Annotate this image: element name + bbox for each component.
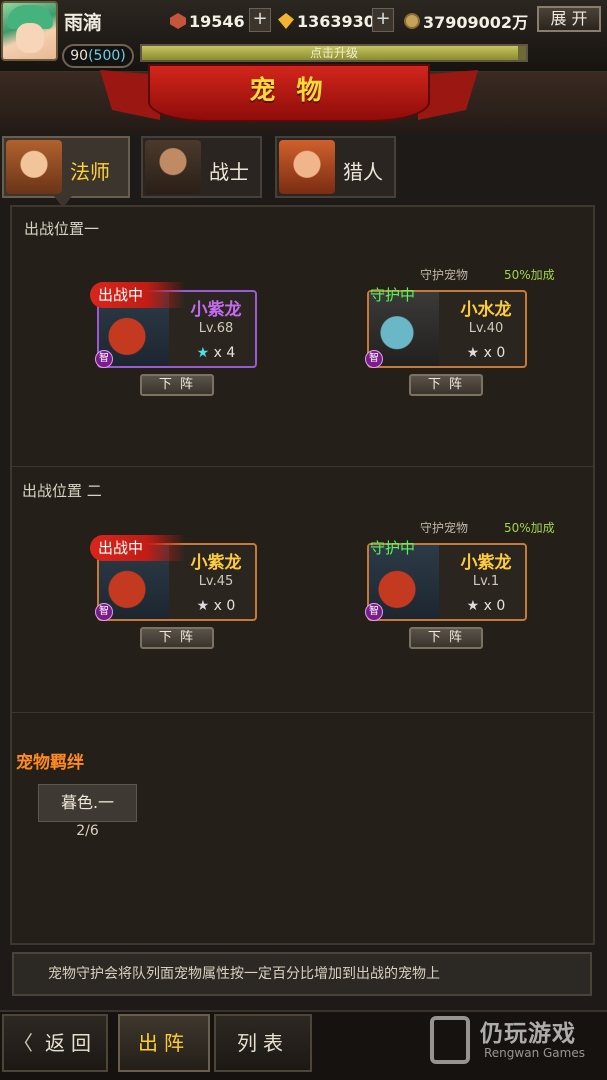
- pet-star-count: x 0: [483, 345, 506, 361]
- gem-resource: 1363930: [278, 9, 375, 33]
- pet-stars: ★ x 0: [447, 345, 525, 361]
- back-label: 返回: [45, 1031, 97, 1055]
- pet-stars: ★ x 0: [447, 598, 525, 614]
- dismiss-guard-pet-button[interactable]: 下 阵: [409, 627, 483, 649]
- ruby-resource: 19546: [170, 9, 245, 33]
- pet-level: Lv.68: [198, 321, 234, 336]
- guard-pet-label-2: 守护宠物: [420, 521, 469, 535]
- pet-stars: ★ x 4: [177, 345, 255, 361]
- avatar-face: [16, 23, 44, 53]
- wisdom-attr-icon: 智: [365, 603, 383, 621]
- player-level: 90: [70, 48, 89, 64]
- tab-hunter-label: 猎人: [343, 160, 383, 184]
- hunter-portrait: [279, 140, 335, 194]
- watermark: 仍玩游戏 Rengwan Games: [430, 1012, 605, 1072]
- ruby-count: 19546: [189, 11, 245, 31]
- gem-icon: [278, 13, 294, 29]
- gem-count: 1363930: [297, 11, 375, 31]
- add-ruby-button[interactable]: +: [249, 8, 271, 32]
- watermark-logo-icon: [430, 1016, 470, 1064]
- tab-hunter[interactable]: 猎人: [275, 136, 396, 198]
- guard-tip: 宠物守护会将队列面宠物属性按一定百分比增加到出战的宠物上: [12, 952, 592, 996]
- level-up-label: 点击升级: [309, 46, 358, 60]
- pet-stars: ★ x 0: [177, 598, 255, 614]
- tab-warrior[interactable]: 战士: [141, 136, 262, 198]
- top-bar: 雨滴 19546 + 1363930 + 37909002万 展 开 90(50…: [0, 0, 607, 72]
- exp-bar[interactable]: 点击升级: [140, 44, 528, 62]
- pet-bond-title: 宠物羁绊: [16, 753, 84, 773]
- coin-resource: 37909002万: [404, 9, 528, 33]
- pet-name: 小紫龙: [190, 300, 242, 320]
- pet-star-count: x 0: [483, 598, 506, 614]
- wisdom-attr-icon: 智: [95, 603, 113, 621]
- pet-level: Lv.45: [198, 574, 234, 589]
- tab-battle[interactable]: 出阵: [118, 1014, 210, 1072]
- coin-icon: [404, 13, 420, 29]
- pet-level: Lv.1: [472, 574, 500, 589]
- bond-item-button[interactable]: 暮色.一: [38, 784, 137, 822]
- pet-name: 小紫龙: [460, 553, 512, 573]
- bond-progress: 2/6: [76, 823, 99, 839]
- pet-name: 小紫龙: [190, 553, 242, 573]
- player-level-max: (500): [88, 48, 126, 64]
- expand-button[interactable]: 展 开: [537, 6, 601, 32]
- player-avatar[interactable]: [1, 1, 58, 61]
- bonus-label-2: 50%加成: [504, 521, 555, 535]
- pet-star-count: x 0: [213, 598, 236, 614]
- status-badge-guard: 守护中: [370, 539, 416, 557]
- page-title: 宠 物: [249, 76, 329, 106]
- status-badge-battle: 出战中: [90, 282, 185, 308]
- dismiss-battle-pet-button[interactable]: 下 阵: [140, 627, 214, 649]
- dismiss-battle-pet-button[interactable]: 下 阵: [140, 374, 214, 396]
- pet-level: Lv.40: [468, 321, 504, 336]
- add-gem-button[interactable]: +: [372, 8, 394, 32]
- watermark-cn: 仍玩游戏: [480, 1021, 576, 1047]
- status-badge-guard: 守护中: [370, 286, 416, 304]
- back-arrow-icon: 〈: [13, 1031, 39, 1055]
- tab-mage-label: 法师: [70, 160, 110, 184]
- bonus-label-1: 50%加成: [504, 268, 555, 282]
- guard-pet-label-1: 守护宠物: [420, 268, 469, 282]
- divider: [12, 712, 593, 713]
- wisdom-attr-icon: 智: [365, 350, 383, 368]
- status-badge-battle: 出战中: [90, 535, 185, 561]
- pet-name: 小水龙: [460, 300, 512, 320]
- mage-portrait: [6, 140, 62, 194]
- position-2-label: 出战位置 二: [22, 482, 102, 500]
- coin-count: 37909002万: [423, 13, 529, 32]
- back-button[interactable]: 〈返回: [2, 1014, 108, 1072]
- divider: [12, 466, 593, 467]
- star-icon: ★: [466, 598, 480, 614]
- warrior-portrait: [145, 140, 201, 194]
- pet-star-count: x 4: [213, 345, 236, 361]
- tab-mage[interactable]: 法师: [2, 136, 130, 198]
- tab-list[interactable]: 列表: [214, 1014, 312, 1072]
- star-icon: ★: [196, 598, 210, 614]
- star-icon: ★: [196, 345, 210, 361]
- position-1-label: 出战位置一: [24, 220, 100, 238]
- ruby-icon: [170, 13, 186, 29]
- tab-warrior-label: 战士: [209, 160, 249, 184]
- watermark-en: Rengwan Games: [484, 1046, 585, 1060]
- dismiss-guard-pet-button[interactable]: 下 阵: [409, 374, 483, 396]
- wisdom-attr-icon: 智: [95, 350, 113, 368]
- star-icon: ★: [466, 345, 480, 361]
- player-level-box: 90(500): [62, 44, 134, 68]
- player-name: 雨滴: [64, 12, 103, 34]
